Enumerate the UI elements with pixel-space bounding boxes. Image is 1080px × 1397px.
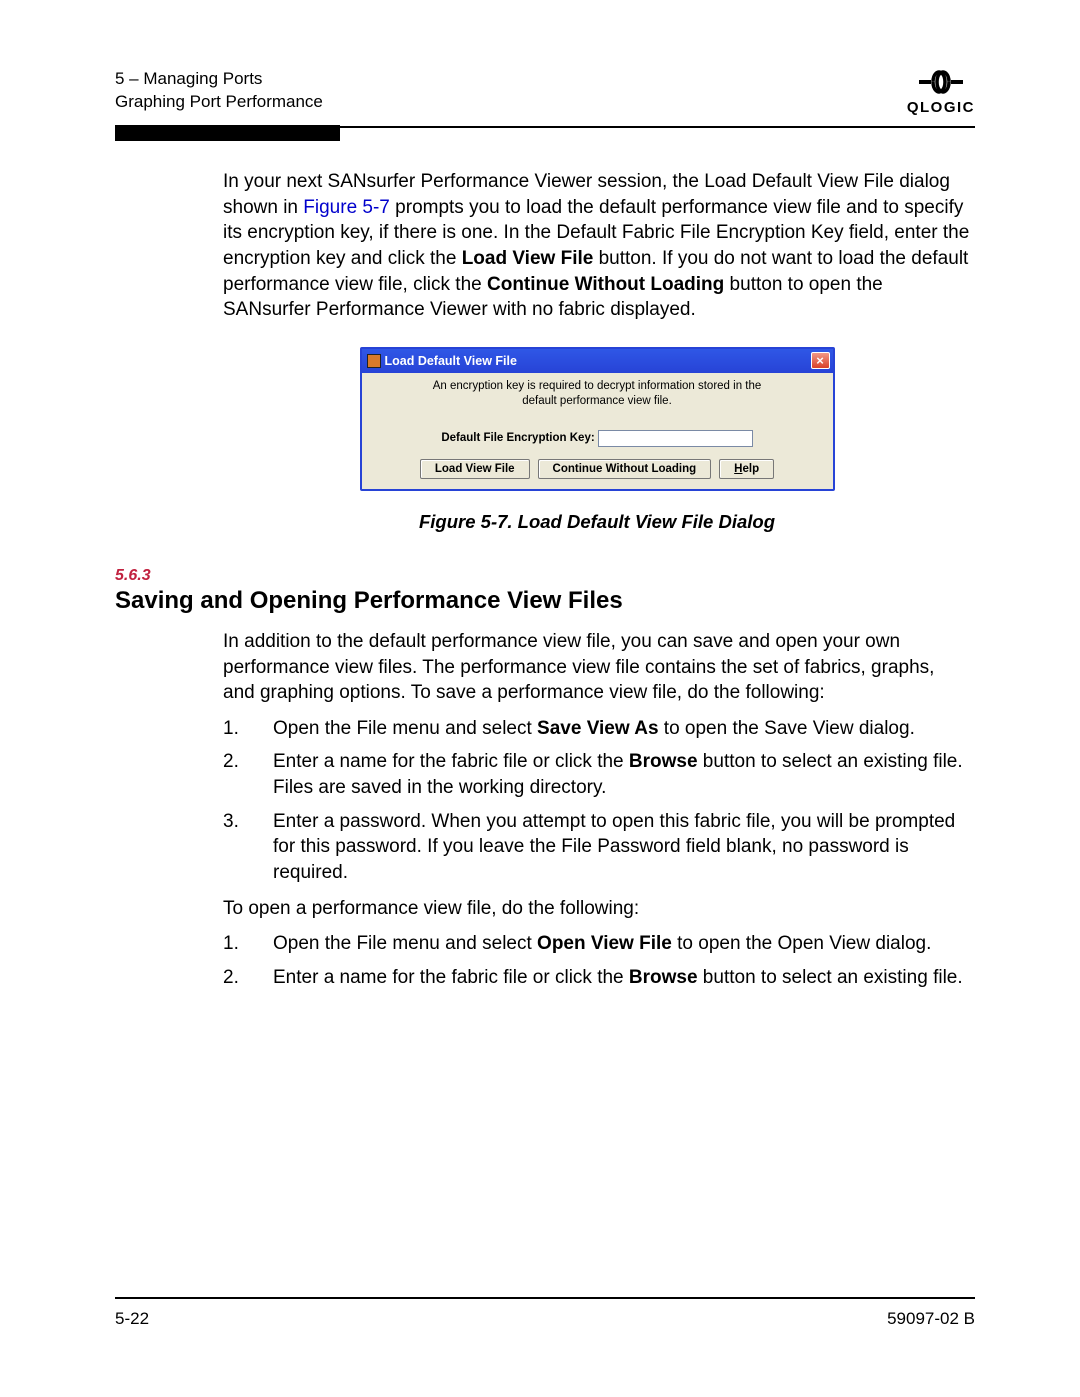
step-body: Open the File menu and select Save View … xyxy=(273,716,971,742)
encryption-key-input[interactable] xyxy=(598,430,753,447)
chapter-label: 5 – Managing Ports xyxy=(115,68,323,91)
dialog-titlebar: Load Default View File × xyxy=(362,349,833,373)
step-number: 1. xyxy=(223,931,273,957)
step-number: 2. xyxy=(223,749,273,800)
continue-without-loading-button[interactable]: Continue Without Loading xyxy=(538,459,712,479)
list-item: 1.Open the File menu and select Open Vie… xyxy=(223,931,971,957)
list-item: 3.Enter a password. When you attempt to … xyxy=(223,809,971,886)
logo-mark-icon xyxy=(907,68,975,99)
step-body: Enter a name for the fabric file or clic… xyxy=(273,965,971,991)
section-number: 5.6.3 xyxy=(115,567,971,585)
page-header-text: 5 – Managing Ports Graphing Port Perform… xyxy=(115,68,323,114)
page-number: 5-22 xyxy=(115,1309,149,1329)
header-black-block xyxy=(115,125,340,141)
document-number: 59097-02 B xyxy=(887,1309,975,1329)
section-label: Graphing Port Performance xyxy=(115,91,323,114)
save-steps-list: 1.Open the File menu and select Save Vie… xyxy=(223,716,971,886)
open-steps-list: 1.Open the File menu and select Open Vie… xyxy=(223,931,971,990)
close-icon[interactable]: × xyxy=(811,352,830,369)
section-heading: Saving and Opening Performance View File… xyxy=(115,587,971,615)
figure-caption: Figure 5-7. Load Default View File Dialo… xyxy=(223,511,971,533)
step-number: 3. xyxy=(223,809,273,886)
dialog-title: Load Default View File xyxy=(385,354,517,368)
dialog-message: An encryption key is required to decrypt… xyxy=(422,379,772,410)
page-footer: 5-22 59097-02 B xyxy=(115,1297,975,1329)
step-number: 2. xyxy=(223,965,273,991)
load-view-file-button[interactable]: Load View File xyxy=(420,459,530,479)
figure-crossref[interactable]: Figure 5-7 xyxy=(303,197,390,218)
list-item: 2.Enter a name for the fabric file or cl… xyxy=(223,749,971,800)
step-body: Open the File menu and select Open View … xyxy=(273,931,971,957)
help-button[interactable]: Help xyxy=(719,459,774,479)
step-body: Enter a name for the fabric file or clic… xyxy=(273,749,971,800)
intro-paragraph: In your next SANsurfer Performance Viewe… xyxy=(223,169,971,323)
step-number: 1. xyxy=(223,716,273,742)
dialog-app-icon xyxy=(367,354,381,368)
load-default-view-file-dialog: Load Default View File × An encryption k… xyxy=(360,347,835,491)
step-body: Enter a password. When you attempt to op… xyxy=(273,809,971,886)
list-item: 2.Enter a name for the fabric file or cl… xyxy=(223,965,971,991)
footer-divider xyxy=(115,1297,975,1299)
list-item: 1.Open the File menu and select Save Vie… xyxy=(223,716,971,742)
encryption-key-label: Default File Encryption Key: xyxy=(441,432,594,444)
section-intro-paragraph: In addition to the default performance v… xyxy=(223,629,971,706)
logo-text: QLOGIC xyxy=(907,99,975,116)
open-intro-paragraph: To open a performance view file, do the … xyxy=(223,896,971,922)
qlogic-logo: QLOGIC xyxy=(907,68,975,116)
